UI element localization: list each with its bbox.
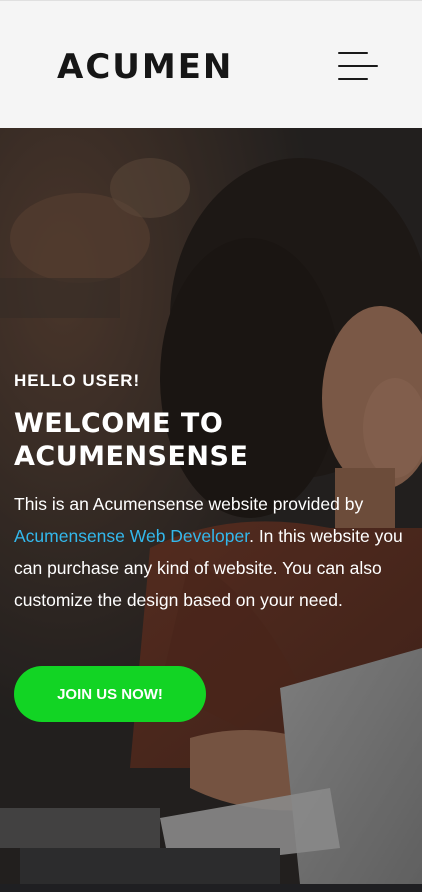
- menu-bar-bottom: [338, 78, 368, 80]
- menu-bar-middle: [338, 65, 378, 67]
- hero-section: HELLO USER! WELCOME TO ACUMENSENSE This …: [0, 128, 422, 884]
- site-header: ACUMEN: [0, 0, 422, 128]
- bottom-edge: [0, 884, 422, 892]
- hero-description: This is an Acumensense website provided …: [14, 488, 422, 616]
- developer-link[interactable]: Acumensense Web Developer: [14, 526, 249, 546]
- hamburger-menu-icon[interactable]: [336, 49, 380, 83]
- hero-description-before: This is an Acumensense website provided …: [14, 494, 364, 514]
- hero-greeting: HELLO USER!: [14, 371, 141, 390]
- join-us-button[interactable]: JOIN US NOW!: [14, 666, 206, 722]
- brand-logo[interactable]: ACUMEN: [57, 47, 233, 87]
- hero-title: WELCOME TO ACUMENSENSE: [14, 408, 249, 472]
- menu-bar-top: [338, 52, 368, 54]
